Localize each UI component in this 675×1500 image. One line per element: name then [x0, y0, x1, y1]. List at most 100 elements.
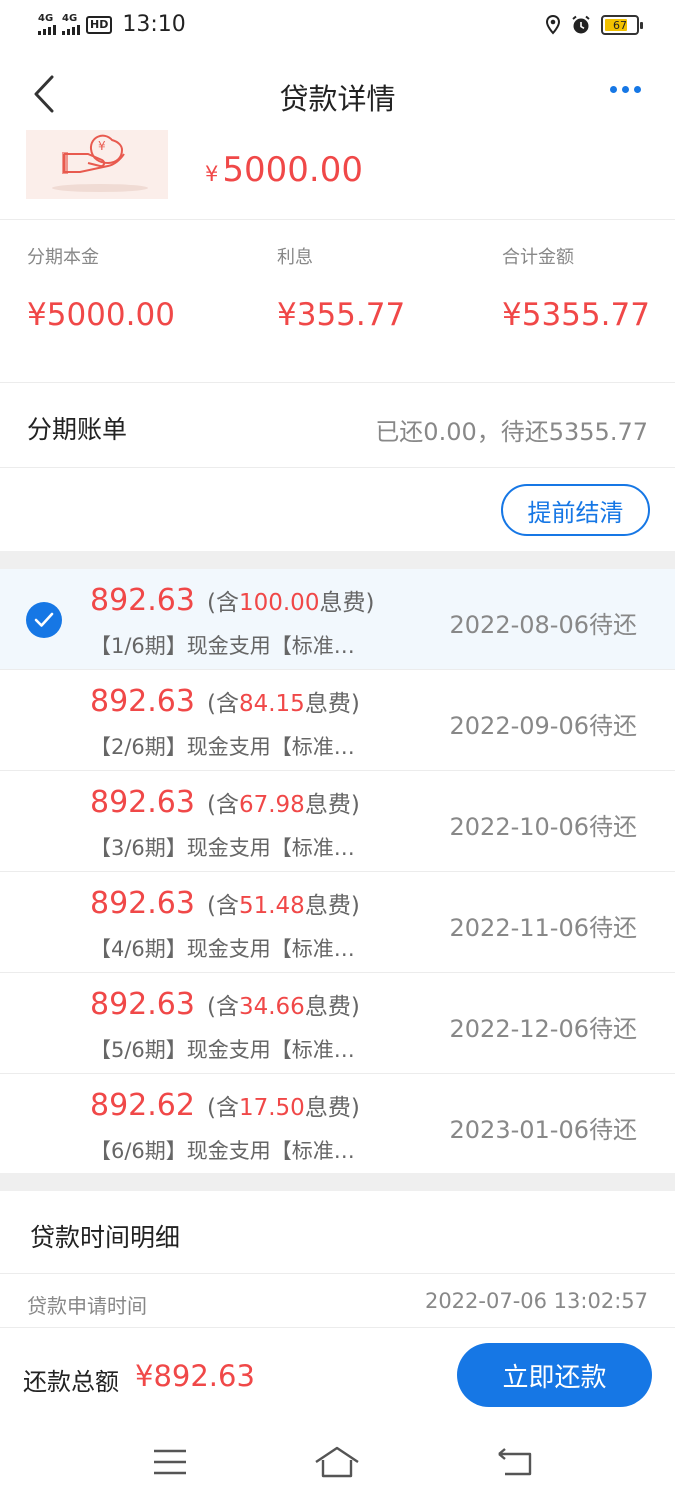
fee-prefix: (含	[206, 691, 239, 717]
fee-suffix: 息费)	[304, 893, 360, 919]
nav-bar: 贷款详情	[0, 54, 675, 134]
fee-suffix: 息费)	[304, 994, 360, 1020]
installment-amount: 892.63	[90, 583, 195, 618]
network-type-label: 4G	[62, 13, 78, 24]
bill-status: 已还0.00，待还5355.77	[375, 418, 648, 446]
interest-value: ¥355.77	[277, 297, 406, 333]
installment-amount-line: 892.63 (含 34.66 息费)	[90, 987, 360, 1022]
time-detail-header: 贷款时间明细	[0, 1191, 675, 1274]
recent-apps-button[interactable]	[146, 1442, 194, 1482]
installment-row[interactable]: 892.63 (含 100.00 息费) 【1/6期】现金支用【标准… 2022-08-0…	[0, 569, 675, 670]
repay-now-button[interactable]: 立即还款	[457, 1343, 652, 1407]
installment-amount: 892.62	[90, 1088, 195, 1123]
return-icon	[498, 1448, 532, 1476]
loan-banner-image: ¥	[26, 130, 168, 199]
installment-description: 【6/6期】现金支用【标准…	[90, 1139, 355, 1163]
hand-coin-icon: ¥	[52, 134, 148, 192]
installment-amount: 892.63	[90, 886, 195, 921]
installment-due-date: 2022-12-06待还	[449, 1015, 637, 1043]
loan-amount: ¥5000.00	[205, 150, 363, 190]
loan-amount-header: ¥ ¥5000.00	[0, 130, 675, 220]
principal-block: 分期本金 ¥5000.00	[27, 243, 175, 333]
repay-total-label: 还款总额	[23, 1368, 119, 1396]
alarm-icon	[572, 15, 590, 34]
total-block: 合计金额 ¥5355.77	[502, 243, 650, 333]
installment-due-date: 2023-01-06待还	[449, 1116, 637, 1144]
principal-label: 分期本金	[27, 247, 99, 268]
status-bar: 4G 4G HD 13:10 67	[0, 0, 675, 54]
installment-description: 【2/6期】现金支用【标准…	[90, 735, 355, 759]
installment-due-date: 2022-11-06待还	[449, 914, 637, 942]
time-detail-title: 贷款时间明细	[30, 1223, 181, 1252]
installment-row[interactable]: 892.63 (含 67.98 息费) 【3/6期】现金支用【标准… 2022-10-06…	[0, 771, 675, 872]
total-label: 合计金额	[502, 247, 574, 268]
installment-description: 【4/6期】现金支用【标准…	[90, 937, 355, 961]
fee-suffix: 息费)	[304, 1095, 360, 1121]
installment-bill-header: 分期账单 已还0.00，待还5355.77	[0, 384, 675, 468]
back-nav-button[interactable]	[491, 1442, 539, 1482]
installment-row[interactable]: 892.63 (含 84.15 息费) 【2/6期】现金支用【标准… 2022-09-06…	[0, 670, 675, 771]
installment-amount-line: 892.63 (含 67.98 息费)	[90, 785, 360, 820]
apply-time-value: 2022-07-06 13:02:57	[424, 1289, 648, 1313]
installment-fee: 100.00	[238, 590, 320, 616]
home-button[interactable]	[313, 1442, 361, 1482]
installment-amount-line: 892.63 (含 84.15 息费)	[90, 684, 360, 719]
prepay-row: 提前结清	[0, 469, 675, 551]
fee-suffix: 息费)	[304, 691, 360, 717]
loan-amount-value: 5000.00	[222, 150, 363, 190]
fee-suffix: 息费)	[319, 590, 375, 616]
battery-level: 67	[613, 18, 627, 32]
hd-voice-icon: HD	[86, 15, 113, 34]
installment-fee: 67.98	[238, 792, 305, 818]
installment-row[interactable]: 892.63 (含 34.66 息费) 【5/6期】现金支用【标准… 2022-12-06…	[0, 973, 675, 1074]
status-left: 4G 4G HD 13:10	[38, 12, 186, 37]
interest-block: 利息 ¥355.77	[277, 243, 405, 333]
installment-due-date: 2022-09-06待还	[449, 712, 637, 740]
signal-sim2: 4G	[62, 14, 80, 35]
checkmark-icon[interactable]	[26, 602, 62, 638]
installment-amount: 892.63	[90, 785, 195, 820]
system-nav-bar	[0, 1424, 675, 1500]
installment-fee: 51.48	[238, 893, 305, 919]
more-dots-icon	[610, 86, 617, 93]
repay-action-bar: 还款总额 ¥892.63 立即还款	[0, 1328, 675, 1424]
fee-prefix: (含	[206, 590, 239, 616]
status-right: 67	[545, 15, 643, 35]
installment-description: 【1/6期】现金支用【标准…	[90, 634, 355, 658]
fee-prefix: (含	[206, 792, 239, 818]
network-type-label: 4G	[38, 13, 54, 24]
more-button[interactable]	[606, 82, 645, 97]
fee-prefix: (含	[206, 994, 239, 1020]
signal-bars-icon	[38, 25, 56, 35]
installment-description: 【3/6期】现金支用【标准…	[90, 836, 355, 860]
location-icon	[545, 15, 561, 35]
currency-symbol: ¥	[205, 162, 219, 186]
installment-row[interactable]: 892.63 (含 51.48 息费) 【4/6期】现金支用【标准… 2022-11-06…	[0, 872, 675, 973]
installment-description: 【5/6期】现金支用【标准…	[90, 1038, 355, 1062]
home-icon	[315, 1446, 359, 1478]
installment-fee: 34.66	[238, 994, 305, 1020]
fee-prefix: (含	[206, 1095, 239, 1121]
section-divider	[0, 1173, 675, 1191]
apply-time-row: 贷款申请时间 2022-07-06 13:02:57	[0, 1274, 675, 1328]
total-value: ¥5355.77	[502, 297, 650, 333]
section-divider	[0, 551, 675, 569]
installment-row[interactable]: 892.62 (含 17.50 息费) 【6/6期】现金支用【标准… 2023-01-06…	[0, 1074, 675, 1175]
installment-list: 892.63 (含 100.00 息费) 【1/6期】现金支用【标准… 2022-08-0…	[0, 569, 675, 1175]
loan-summary: 分期本金 ¥5000.00 利息 ¥355.77 合计金额 ¥5355.77	[0, 221, 675, 383]
principal-value: ¥5000.00	[27, 297, 175, 333]
installment-fee: 84.15	[238, 691, 305, 717]
prepay-button[interactable]: 提前结清	[501, 484, 650, 536]
installment-amount-line: 892.63 (含 51.48 息费)	[90, 886, 360, 921]
fee-suffix: 息费)	[304, 792, 360, 818]
installment-amount: 892.63	[90, 684, 195, 719]
repay-total-value: ¥892.63	[135, 1359, 255, 1393]
installment-amount: 892.63	[90, 987, 195, 1022]
signal-bars-icon	[62, 25, 80, 35]
page-title: 贷款详情	[279, 82, 396, 116]
fee-prefix: (含	[206, 893, 239, 919]
installment-due-date: 2022-08-06待还	[449, 611, 637, 639]
bill-title: 分期账单	[27, 415, 128, 444]
status-time: 13:10	[122, 12, 186, 37]
svg-text:¥: ¥	[98, 139, 106, 153]
